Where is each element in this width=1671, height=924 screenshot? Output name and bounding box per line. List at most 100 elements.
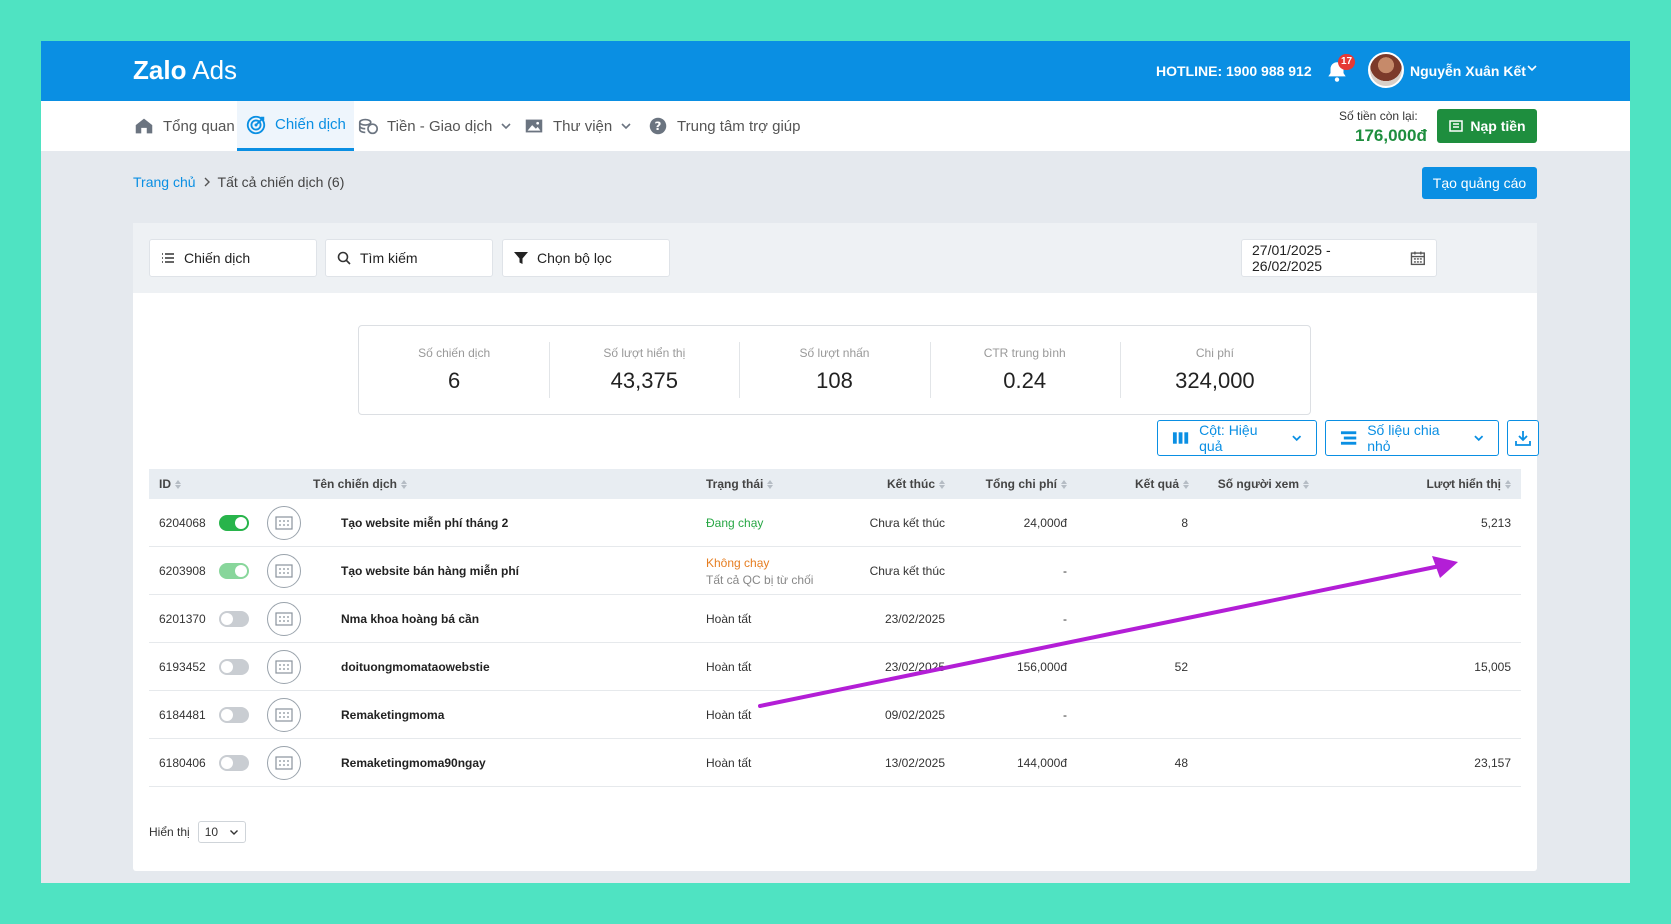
table-body: 6204068 Tạo website miễn phí tháng 2 Đang … bbox=[149, 499, 1521, 787]
cell-status: Hoàn tất bbox=[706, 595, 751, 643]
cell-campaign-name[interactable]: doituongmomataowebstie bbox=[341, 643, 490, 691]
balance-label: Số tiền còn lại: bbox=[1339, 109, 1418, 123]
cell-campaign-name[interactable]: Tạo website miễn phí tháng 2 bbox=[341, 499, 508, 547]
campaign-level-select[interactable]: Chiến dịch bbox=[149, 239, 317, 277]
cell-impressions bbox=[1319, 691, 1511, 739]
th-status[interactable]: Trạng thái bbox=[706, 469, 774, 499]
cell-result: 8 bbox=[1181, 516, 1188, 530]
sort-icon bbox=[401, 479, 408, 489]
cell-viewers bbox=[1189, 739, 1309, 787]
cell-status: Không chạy Tất cả QC bị từ chối bbox=[706, 547, 813, 595]
calendar-icon[interactable] bbox=[267, 746, 301, 780]
nav-tro-giup[interactable]: ? Trung tâm trợ giúp bbox=[647, 101, 801, 151]
summary-stats: Số chiến dịch 6 Số lượt hiển thị 43,375 … bbox=[358, 325, 1311, 415]
topup-button[interactable]: Nạp tiền bbox=[1437, 109, 1537, 143]
campaign-toggle[interactable] bbox=[219, 515, 249, 531]
cell-cost: - bbox=[1063, 708, 1067, 722]
th-id[interactable]: ID bbox=[159, 469, 181, 499]
calendar-icon[interactable] bbox=[267, 650, 301, 684]
breakdown-button[interactable]: Số liệu chia nhỏ bbox=[1325, 420, 1499, 456]
create-ad-button[interactable]: Tạo quảng cáo bbox=[1422, 167, 1537, 199]
cell-campaign-name[interactable]: Tạo website bán hàng miễn phí bbox=[341, 547, 519, 595]
cell-viewers bbox=[1189, 691, 1309, 739]
username[interactable]: Nguyễn Xuân Kết bbox=[1410, 63, 1526, 79]
table-row[interactable]: 6193452 doituongmomataowebstie Hoàn tất 23/… bbox=[149, 643, 1521, 691]
cell-result bbox=[1089, 547, 1188, 595]
calendar-icon[interactable] bbox=[267, 506, 301, 540]
table-row[interactable]: 6180406 Remaketingmoma90ngay Hoàn tất 13/02… bbox=[149, 739, 1521, 787]
columns-icon bbox=[1172, 432, 1189, 444]
th-name[interactable]: Tên chiến dịch bbox=[313, 469, 408, 499]
chevron-down-icon bbox=[621, 123, 631, 130]
cell-campaign-name[interactable]: Nma khoa hoàng bá cần bbox=[341, 595, 479, 643]
filter-select[interactable]: Chọn bộ lọc bbox=[502, 239, 670, 277]
breadcrumb-home[interactable]: Trang chủ bbox=[133, 174, 196, 190]
date-range-picker[interactable]: 27/01/2025 - 26/02/2025 bbox=[1241, 239, 1437, 277]
chevron-down-icon[interactable] bbox=[1525, 61, 1539, 75]
cell-result: 52 bbox=[1174, 660, 1188, 674]
cell-campaign-name[interactable]: Remaketingmoma bbox=[341, 691, 444, 739]
coins-icon bbox=[358, 118, 378, 135]
wallet-icon bbox=[1449, 120, 1464, 132]
status-text: Hoàn tất bbox=[706, 756, 752, 770]
notification-badge: 17 bbox=[1338, 54, 1356, 70]
cell-end: 13/02/2025 bbox=[884, 756, 945, 770]
download-button[interactable] bbox=[1507, 420, 1539, 456]
calendar-icon bbox=[1411, 251, 1426, 266]
nav-thu-vien[interactable]: Thư viện bbox=[523, 101, 632, 151]
page-size-select[interactable]: 10 bbox=[197, 821, 246, 843]
chevron-down-icon bbox=[1473, 435, 1483, 442]
th-impressions[interactable]: Lượt hiển thị bbox=[1319, 469, 1511, 499]
status-text: Đang chạy bbox=[706, 516, 764, 530]
sort-icon bbox=[767, 479, 774, 489]
cell-result bbox=[1089, 595, 1188, 643]
cell-viewers bbox=[1189, 547, 1309, 595]
campaign-toggle[interactable] bbox=[219, 755, 249, 771]
nav-tien-giao-dich[interactable]: Tiền - Giao dịch bbox=[357, 101, 512, 151]
campaign-toggle[interactable] bbox=[219, 707, 249, 723]
cell-id: 6180406 bbox=[159, 756, 206, 770]
sort-icon bbox=[1505, 479, 1511, 489]
sort-icon bbox=[1061, 479, 1067, 489]
table-row[interactable]: 6201370 Nma khoa hoàng bá cần Hoàn tất 23/0… bbox=[149, 595, 1521, 643]
campaign-table: ID Tên chiến dịch Trạng thái Kết thúc Tổ… bbox=[149, 469, 1521, 787]
breadcrumb-current: Tất cả chiến dịch (6) bbox=[217, 174, 345, 190]
zalo-ads-logo[interactable]: Zalo Ads bbox=[133, 55, 237, 86]
th-viewers[interactable]: Số người xem bbox=[1189, 469, 1309, 499]
avatar[interactable] bbox=[1368, 52, 1404, 88]
calendar-icon[interactable] bbox=[267, 554, 301, 588]
table-row[interactable]: 6203908 Tạo website bán hàng miễn phí Khôn… bbox=[149, 547, 1521, 595]
search-input[interactable]: Tìm kiếm bbox=[325, 239, 493, 277]
breadcrumb: Trang chủ Tất cả chiến dịch (6) bbox=[133, 174, 344, 190]
stat-cost: Chi phí 324,000 bbox=[1119, 326, 1310, 414]
cell-status: Hoàn tất bbox=[706, 691, 751, 739]
chevron-right-icon bbox=[204, 177, 210, 187]
list-icon bbox=[162, 253, 174, 263]
app-window: Zalo Ads HOTLINE: 1900 988 912 17 Nguyễn… bbox=[41, 41, 1630, 883]
campaign-toggle[interactable] bbox=[219, 563, 249, 579]
calendar-icon[interactable] bbox=[267, 602, 301, 636]
cell-impressions bbox=[1319, 547, 1511, 595]
table-row[interactable]: 6184481 Remaketingmoma Hoàn tất 09/02/2025 - bbox=[149, 691, 1521, 739]
cell-campaign-name[interactable]: Remaketingmoma90ngay bbox=[341, 739, 486, 787]
filter-bar: Chiến dịch Tìm kiếm Chọn bộ lọc 27/01/20… bbox=[133, 223, 1537, 293]
th-result[interactable]: Kết quả bbox=[1089, 469, 1189, 499]
stat-impressions: Số lượt hiển thị 43,375 bbox=[549, 326, 739, 414]
table-row[interactable]: 6204068 Tạo website miễn phí tháng 2 Đang … bbox=[149, 499, 1521, 547]
nav-chien-dich[interactable]: Chiến dịch bbox=[237, 101, 354, 151]
main-nav: Tổng quan Chiến dịch Tiền - Giao dịch Th… bbox=[41, 101, 1630, 151]
table-header: ID Tên chiến dịch Trạng thái Kết thúc Tổ… bbox=[149, 469, 1521, 499]
nav-tong-quan[interactable]: Tổng quan bbox=[133, 101, 235, 151]
sort-icon bbox=[1303, 479, 1309, 489]
columns-button[interactable]: Cột: Hiệu quả bbox=[1157, 420, 1317, 456]
image-icon bbox=[525, 119, 543, 133]
th-end[interactable]: Kết thúc bbox=[849, 469, 945, 499]
cell-viewers bbox=[1189, 595, 1309, 643]
cell-end: Chưa kết thúc bbox=[869, 516, 945, 530]
th-cost[interactable]: Tổng chi phí bbox=[949, 469, 1067, 499]
campaign-toggle[interactable] bbox=[219, 659, 249, 675]
calendar-icon[interactable] bbox=[267, 698, 301, 732]
help-icon: ? bbox=[649, 117, 667, 135]
chevron-down-icon bbox=[1291, 435, 1301, 442]
campaign-toggle[interactable] bbox=[219, 611, 249, 627]
